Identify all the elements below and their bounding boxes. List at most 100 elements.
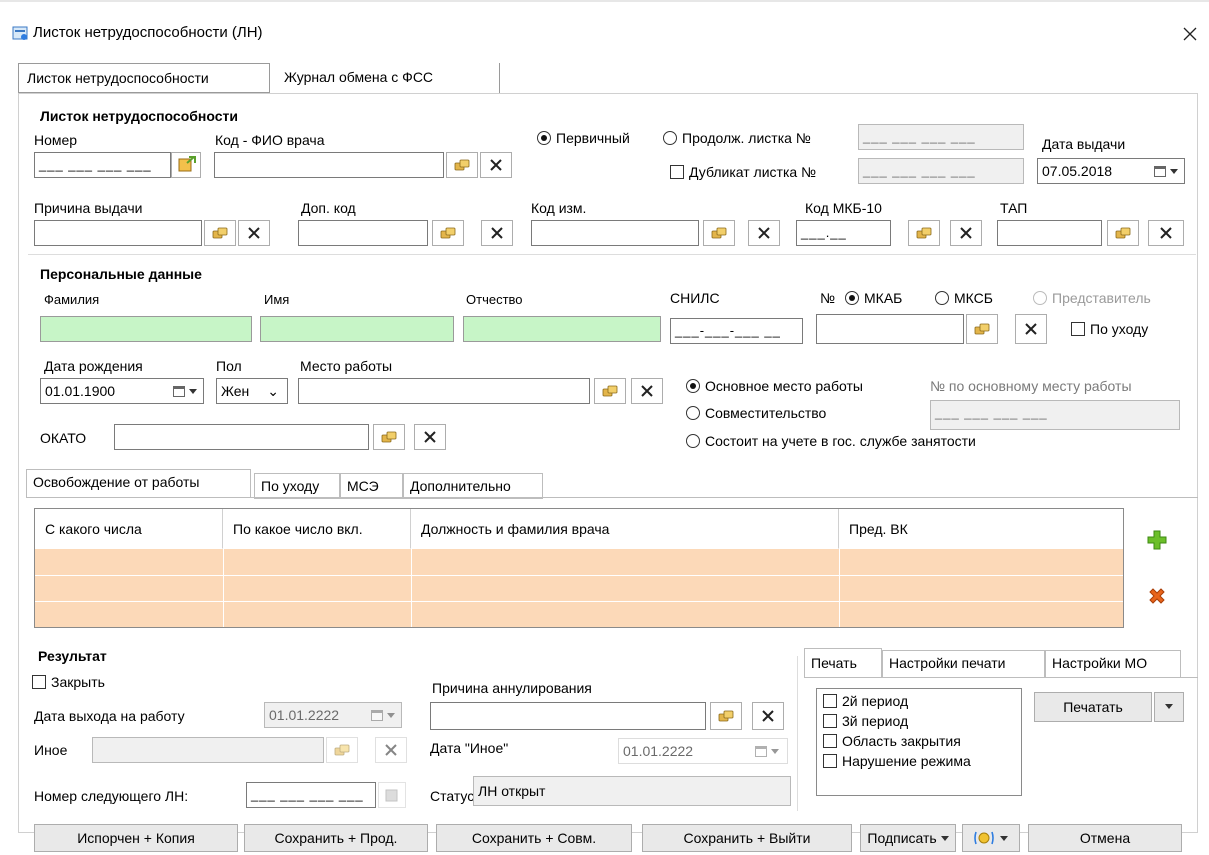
tab-zhurnal[interactable]: Журнал обмена с ФСС (272, 63, 500, 93)
calendar-icon[interactable] (755, 739, 779, 763)
pol-select[interactable]: Жен ⌄ (216, 378, 288, 404)
date-issue-field[interactable]: 07.05.2018 (1037, 158, 1185, 184)
data-vyhoda-field[interactable]: 01.01.2222 (264, 702, 402, 728)
isporchen-button[interactable]: Испорчен + Копия (34, 824, 238, 852)
radio-mkab[interactable]: МКАБ (845, 290, 902, 306)
tab-print-settings[interactable]: Настройки печати (882, 650, 1045, 678)
kod-izm-select-button[interactable] (703, 220, 735, 246)
mesto-field[interactable] (298, 378, 590, 404)
close-icon[interactable] (1181, 25, 1199, 43)
duplicate-checkbox[interactable]: Дубликат листка № (670, 164, 816, 180)
select-icon (1115, 227, 1131, 239)
tab-print[interactable]: Печать (804, 648, 882, 678)
dop-kod-clear-button[interactable] (481, 220, 513, 246)
mkab-field[interactable] (816, 314, 964, 344)
inoe-clear-button[interactable] (375, 737, 407, 763)
calendar-icon[interactable] (1154, 159, 1178, 183)
kod-fio-clear-button[interactable] (480, 152, 512, 178)
col-header-from[interactable]: С какого числа (35, 509, 223, 549)
nomer-field[interactable]: ___ ___ ___ ___ (34, 152, 171, 178)
tap-select-button[interactable] (1107, 220, 1139, 246)
annul-select-button[interactable] (710, 702, 742, 730)
prichina-field[interactable] (34, 220, 202, 246)
mkab-clear-button[interactable] (1015, 314, 1047, 344)
annul-field[interactable] (430, 702, 706, 730)
print-button[interactable]: Печатать (1034, 692, 1152, 722)
tab-listok[interactable]: Листок нетрудоспособности (18, 63, 270, 93)
okato-clear-button[interactable] (414, 424, 446, 450)
tap-field[interactable] (997, 220, 1102, 246)
duplicate-number-field[interactable]: ___ ___ ___ ___ (858, 158, 1024, 184)
tab-mo-settings[interactable]: Настройки МО (1045, 650, 1181, 678)
kod-izm-clear-button[interactable] (748, 220, 780, 246)
po-uhodu-checkbox[interactable]: По уходу (1071, 321, 1148, 337)
radio-mksb[interactable]: МКСБ (935, 290, 993, 306)
okato-select-button[interactable] (373, 424, 405, 450)
tab-osvobozhdenie[interactable]: Освобождение от работы (26, 469, 251, 497)
radio-sostoit[interactable]: Состоит на учете в гос. службе занятости (686, 433, 976, 449)
familiya-field[interactable] (40, 316, 252, 342)
col-header-doctor[interactable]: Должность и фамилия врача (411, 509, 839, 549)
radio-primary[interactable]: Первичный (537, 130, 630, 146)
mkb-field[interactable]: ___.__ (796, 220, 891, 246)
col-header-to[interactable]: По какое число вкл. (223, 509, 411, 549)
zakryt-checkbox[interactable]: Закрыть (32, 674, 105, 690)
radio-continuation[interactable]: Продолж. листка № (663, 130, 811, 146)
grid-rows[interactable] (35, 549, 1123, 627)
prichina-clear-button[interactable] (238, 220, 270, 246)
mesto-select-button[interactable] (594, 378, 626, 404)
cancel-button[interactable]: Отмена (1028, 824, 1182, 852)
select-icon (602, 385, 618, 397)
mesto-clear-button[interactable] (631, 378, 663, 404)
print-option-closing[interactable]: Область закрытия (823, 733, 1015, 753)
pol-label: Пол (216, 358, 242, 374)
tap-clear-button[interactable] (1148, 220, 1184, 246)
radio-predstavitel[interactable]: Представитель (1033, 290, 1151, 306)
prichina-select-button[interactable] (204, 220, 236, 246)
col-header-vk[interactable]: Пред. ВК (839, 509, 1123, 549)
save-sovm-button[interactable]: Сохранить + Совм. (436, 824, 632, 852)
save-exit-button[interactable]: Сохранить + Выйти (642, 824, 852, 852)
save-prod-button[interactable]: Сохранить + Прод. (244, 824, 428, 852)
okato-field[interactable] (114, 424, 369, 450)
generate-number-button[interactable] (171, 152, 201, 178)
print-option-period3[interactable]: 3й период (823, 713, 1015, 733)
kod-izm-field[interactable] (531, 220, 699, 246)
radio-osnovnoe[interactable]: Основное место работы (686, 378, 863, 394)
tab-po-uhodu[interactable]: По уходу (254, 473, 340, 499)
inoe-field[interactable] (92, 737, 324, 763)
dop-kod-select-button[interactable] (432, 220, 464, 246)
continuation-number-field[interactable]: ___ ___ ___ ___ (858, 124, 1024, 150)
tab-dopolnitelno[interactable]: Дополнительно (403, 473, 543, 499)
no-osn-field[interactable]: ___ ___ ___ ___ (930, 400, 1180, 430)
kod-fio-field[interactable] (214, 152, 444, 178)
calendar-icon[interactable] (173, 379, 197, 403)
mkb-select-button[interactable] (908, 220, 940, 246)
inoe-select-button[interactable] (326, 737, 358, 763)
dop-kod-field[interactable] (298, 220, 428, 246)
snils-field[interactable]: ___-___-___ __ (670, 318, 803, 344)
mkb-clear-button[interactable] (950, 220, 982, 246)
annul-clear-button[interactable] (752, 702, 784, 730)
sign-button[interactable]: Подписать (860, 824, 956, 852)
dob-field[interactable]: 01.01.1900 (40, 378, 204, 404)
print-options-list[interactable]: 2й период 3й период Область закрытия Нар… (816, 688, 1022, 796)
data-inoe-field[interactable]: 01.01.2222 (618, 738, 788, 764)
kod-fio-select-button[interactable] (446, 152, 478, 178)
radio-sovmest[interactable]: Совместительство (686, 405, 826, 421)
crypto-menu-button[interactable] (962, 824, 1020, 852)
calendar-icon[interactable] (371, 703, 395, 727)
otchestvo-field[interactable] (463, 316, 661, 342)
print-menu-button[interactable] (1154, 692, 1184, 722)
clear-icon (490, 159, 502, 171)
add-row-button[interactable] (1146, 529, 1168, 551)
print-option-violation[interactable]: Нарушение режима (823, 753, 1015, 773)
next-ln-generate-button[interactable] (378, 782, 406, 808)
periods-grid[interactable]: С какого числа По какое число вкл. Должн… (34, 508, 1124, 628)
delete-row-button[interactable] (1146, 585, 1168, 607)
next-ln-field[interactable]: ___ ___ ___ ___ (246, 782, 376, 808)
tab-mse[interactable]: МСЭ (340, 473, 403, 499)
imya-field[interactable] (260, 316, 454, 342)
print-option-period2[interactable]: 2й период (823, 693, 1015, 713)
mkab-select-button[interactable] (966, 314, 998, 344)
